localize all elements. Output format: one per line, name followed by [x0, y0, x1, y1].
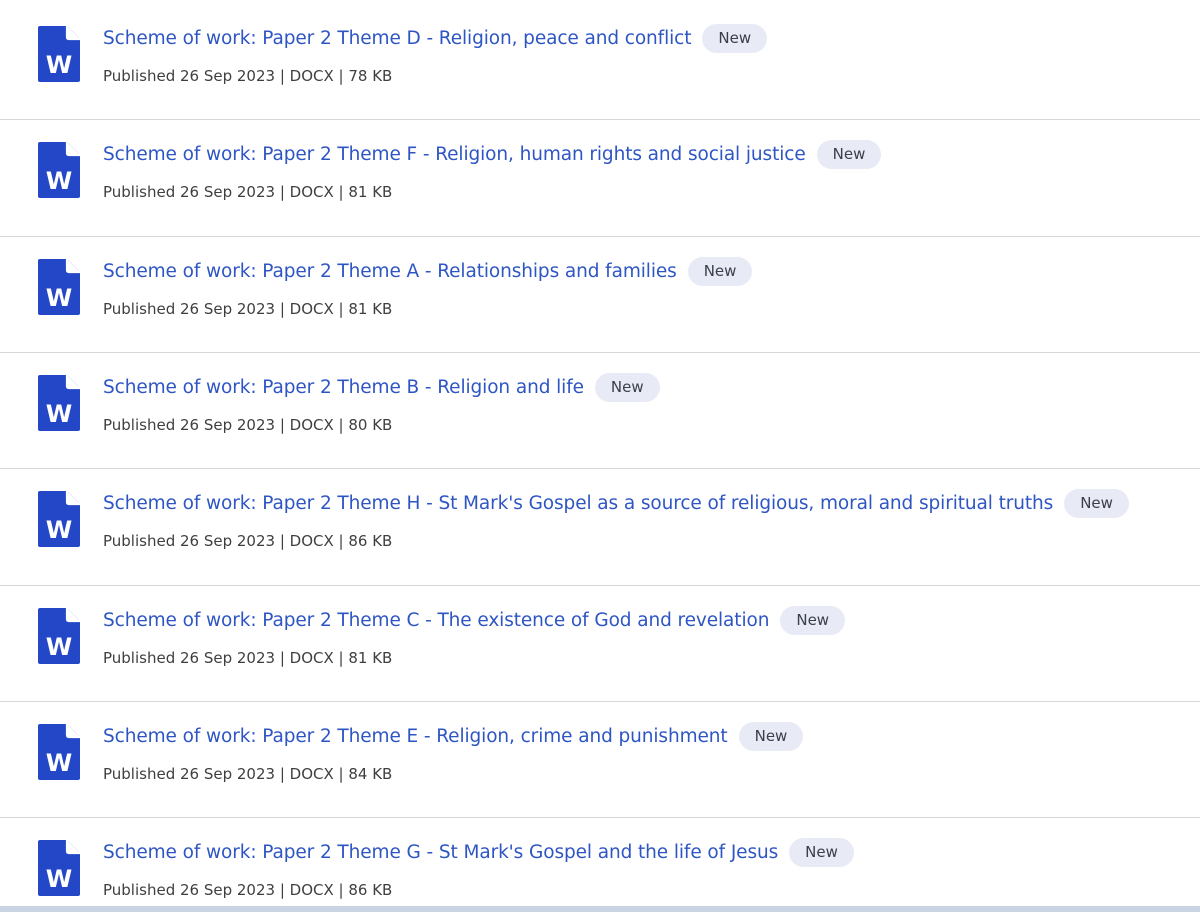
resource-title-line: Scheme of work: Paper 2 Theme C - The ex…: [103, 603, 846, 637]
resource-title-line: Scheme of work: Paper 2 Theme E - Religi…: [103, 719, 804, 753]
word-document-icon[interactable]: W: [38, 608, 82, 664]
new-badge: New: [702, 23, 768, 53]
window-bottom-edge: [0, 906, 1200, 912]
resource-title-link[interactable]: Scheme of work: Paper 2 Theme H - St Mar…: [103, 493, 1053, 514]
resource-title-link[interactable]: Scheme of work: Paper 2 Theme D - Religi…: [103, 28, 691, 49]
resource-row: W Scheme of work: Paper 2 Theme G - St Ma…: [0, 817, 1200, 906]
word-document-icon[interactable]: W: [38, 142, 82, 198]
new-badge: New: [594, 372, 660, 402]
resource-title-line: Scheme of work: Paper 2 Theme F - Religi…: [103, 137, 882, 171]
icon-letter: W: [46, 51, 72, 79]
resource-title-link[interactable]: Scheme of work: Paper 2 Theme F - Religi…: [103, 144, 806, 165]
word-document-icon[interactable]: W: [38, 491, 82, 547]
resource-row: W Scheme of work: Paper 2 Theme F - Relig…: [0, 119, 1200, 235]
resource-meta: Published 26 Sep 2023 | DOCX | 81 KB: [103, 649, 393, 667]
resource-title-line: Scheme of work: Paper 2 Theme H - St Mar…: [103, 486, 1129, 520]
resource-row: W Scheme of work: Paper 2 Theme C - The e…: [0, 585, 1200, 701]
resource-row: W Scheme of work: Paper 2 Theme E - Relig…: [0, 701, 1200, 817]
icon-letter: W: [46, 516, 72, 544]
resource-meta: Published 26 Sep 2023 | DOCX | 84 KB: [103, 765, 393, 783]
resource-row: W Scheme of work: Paper 2 Theme A - Relat…: [0, 236, 1200, 352]
resource-title-link[interactable]: Scheme of work: Paper 2 Theme B - Religi…: [103, 377, 584, 398]
new-badge: New: [789, 837, 854, 867]
icon-letter: W: [46, 400, 72, 428]
resource-title-link[interactable]: Scheme of work: Paper 2 Theme C - The ex…: [103, 610, 769, 631]
resource-title-line: Scheme of work: Paper 2 Theme G - St Mar…: [103, 835, 854, 869]
resource-title-line: Scheme of work: Paper 2 Theme D - Religi…: [103, 21, 768, 55]
icon-letter: W: [46, 284, 72, 312]
resource-row: W Scheme of work: Paper 2 Theme D - Relig…: [0, 3, 1200, 119]
resource-row: W Scheme of work: Paper 2 Theme B - Relig…: [0, 352, 1200, 468]
icon-letter: W: [46, 865, 72, 893]
resource-meta: Published 26 Sep 2023 | DOCX | 86 KB: [103, 532, 393, 550]
new-badge: New: [780, 605, 846, 635]
word-document-icon[interactable]: W: [38, 375, 82, 431]
resource-list: W Scheme of work: Paper 2 Theme D - Relig…: [0, 0, 1200, 906]
new-badge: New: [1064, 488, 1129, 518]
resource-meta: Published 26 Sep 2023 | DOCX | 81 KB: [103, 300, 393, 318]
resource-title-line: Scheme of work: Paper 2 Theme A - Relati…: [103, 254, 753, 288]
resource-title-line: Scheme of work: Paper 2 Theme B - Religi…: [103, 370, 660, 404]
resource-meta: Published 26 Sep 2023 | DOCX | 81 KB: [103, 183, 393, 201]
resource-meta: Published 26 Sep 2023 | DOCX | 86 KB: [103, 881, 393, 899]
icon-letter: W: [46, 749, 72, 777]
word-document-icon[interactable]: W: [38, 724, 82, 780]
resource-meta: Published 26 Sep 2023 | DOCX | 80 KB: [103, 416, 393, 434]
new-badge: New: [687, 256, 753, 286]
resource-title-link[interactable]: Scheme of work: Paper 2 Theme G - St Mar…: [103, 842, 778, 863]
word-document-icon[interactable]: W: [38, 26, 82, 82]
icon-letter: W: [46, 633, 72, 661]
word-document-icon[interactable]: W: [38, 840, 82, 896]
icon-letter: W: [46, 167, 72, 195]
word-document-icon[interactable]: W: [38, 259, 82, 315]
resource-meta: Published 26 Sep 2023 | DOCX | 78 KB: [103, 67, 393, 85]
resource-title-link[interactable]: Scheme of work: Paper 2 Theme E - Religi…: [103, 726, 728, 747]
resource-row: W Scheme of work: Paper 2 Theme H - St Ma…: [0, 468, 1200, 584]
resource-title-link[interactable]: Scheme of work: Paper 2 Theme A - Relati…: [103, 261, 677, 282]
new-badge: New: [816, 139, 882, 169]
new-badge: New: [738, 721, 804, 751]
